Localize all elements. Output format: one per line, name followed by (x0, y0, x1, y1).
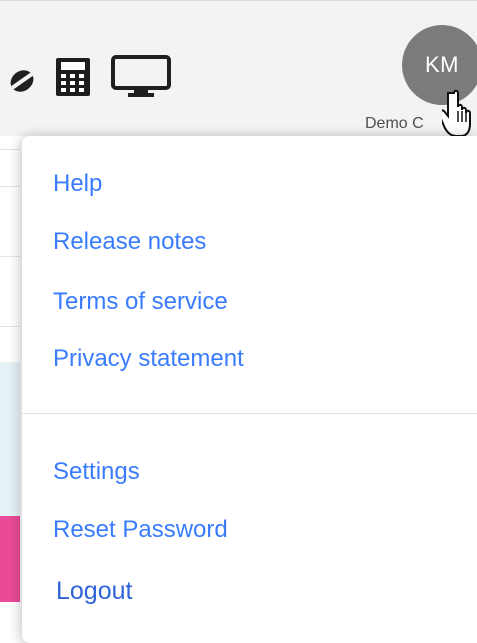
menu-item-reset-password[interactable]: Reset Password (53, 516, 228, 544)
menu-item-privacy-statement[interactable]: Privacy statement (53, 345, 244, 373)
organization-label: Demo C (365, 115, 424, 132)
background-divider (0, 149, 20, 150)
tag-icon[interactable] (8, 67, 36, 100)
background-row-highlight (0, 362, 20, 516)
top-toolbar: KM Demo C (0, 0, 477, 137)
monitor-icon[interactable] (110, 54, 172, 103)
menu-separator (22, 413, 477, 414)
menu-item-help[interactable]: Help (53, 170, 102, 198)
background-divider (0, 186, 20, 187)
menu-item-terms-of-service[interactable]: Terms of service (53, 288, 228, 316)
background-divider (0, 256, 20, 257)
background-color-bar (0, 516, 20, 602)
avatar-initials: KM (425, 52, 459, 77)
calculator-icon[interactable] (54, 56, 92, 103)
user-dropdown-menu: Help Release notes Terms of service Priv… (22, 136, 477, 643)
menu-item-settings[interactable]: Settings (53, 458, 140, 486)
menu-item-release-notes[interactable]: Release notes (53, 228, 206, 256)
menu-item-logout[interactable]: Logout (56, 577, 132, 606)
background-divider (0, 326, 20, 327)
